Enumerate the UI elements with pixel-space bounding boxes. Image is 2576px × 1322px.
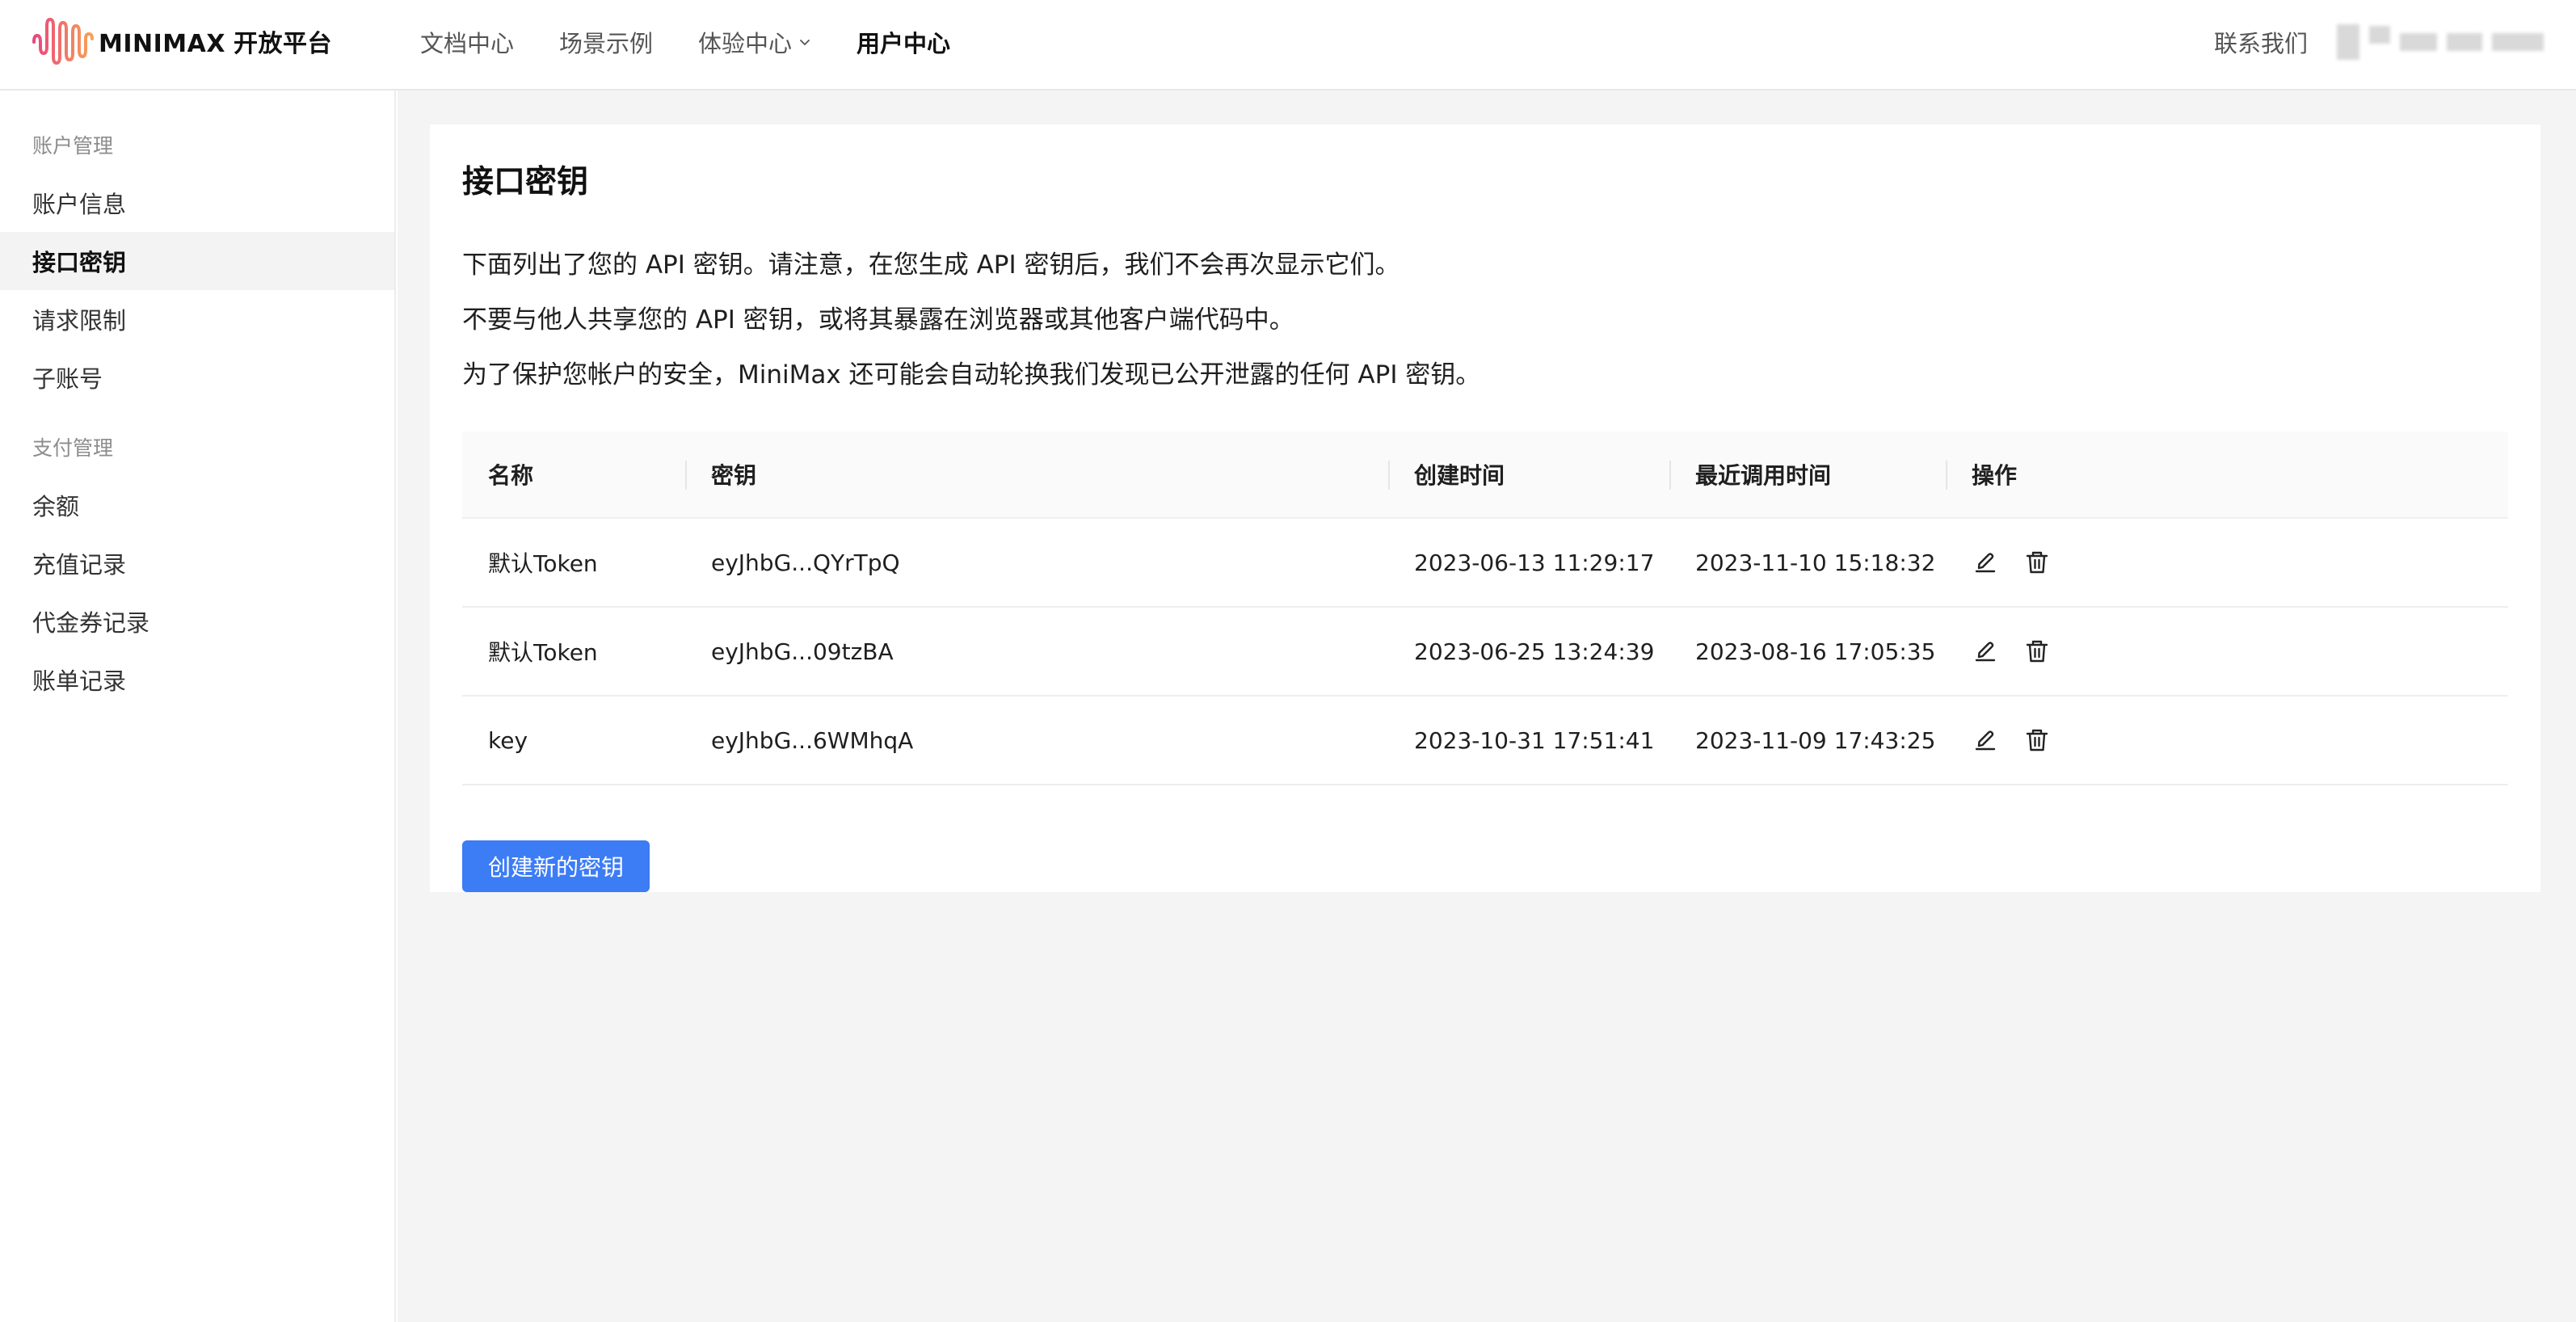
sidebar-item-sub-accounts[interactable]: 子账号	[0, 348, 394, 406]
nav-experience[interactable]: 体验中心	[698, 25, 811, 59]
sidebar-item-rate-limits[interactable]: 请求限制	[0, 290, 394, 348]
key-created-time: 2023-06-25 13:24:39	[1414, 638, 1655, 665]
sidebar-item-billing-records[interactable]: 账单记录	[0, 650, 394, 709]
pencil-icon[interactable]	[1972, 638, 1999, 665]
column-header-actions: 操作	[1946, 432, 2508, 517]
main-nav: 文档中心 场景示例 体验中心 用户中心	[420, 0, 995, 84]
pencil-icon[interactable]	[1972, 549, 1999, 576]
sidebar: 账户管理 账户信息 接口密钥 请求限制 子账号 支付管理 余额 充值记录 代金券…	[0, 91, 396, 1322]
table-row: 默认Token eyJhbG...09tzBA 2023-06-25 13:24…	[462, 608, 2508, 697]
key-created-time: 2023-06-13 11:29:17	[1414, 549, 1655, 576]
trash-icon[interactable]	[2023, 726, 2051, 754]
logo[interactable]: MINIMAX 开放平台	[31, 15, 332, 68]
table-row: 默认Token eyJhbG...QYrTpQ 2023-06-13 11:29…	[462, 519, 2508, 608]
key-last-used-time: 2023-11-10 15:18:32	[1695, 549, 1936, 576]
user-info-redacted[interactable]	[2337, 24, 2544, 60]
pencil-icon[interactable]	[1972, 726, 1999, 754]
sidebar-group-account: 账户管理	[32, 134, 114, 158]
key-value: eyJhbG...6WMhqA	[711, 726, 914, 754]
key-value: eyJhbG...QYrTpQ	[711, 549, 900, 576]
key-name: key	[488, 726, 528, 754]
description-line-1: 下面列出了您的 API 密钥。请注意，在您生成 API 密钥后，我们不会再次显示…	[462, 251, 1400, 280]
key-actions	[1946, 608, 2508, 695]
column-header-last-used: 最近调用时间	[1669, 432, 1946, 517]
sidebar-item-recharge-records[interactable]: 充值记录	[0, 534, 394, 592]
key-actions	[1946, 519, 2508, 606]
column-header-name: 名称	[488, 462, 534, 489]
create-new-key-button[interactable]: 创建新的密钥	[462, 840, 650, 892]
logo-text: MINIMAX	[99, 30, 225, 58]
top-header: MINIMAX 开放平台 文档中心 场景示例 体验中心 用户中心 联系我们	[0, 0, 2576, 91]
chevron-down-icon	[800, 40, 810, 45]
logo-subtitle: 开放平台	[234, 30, 332, 58]
column-header-key: 密钥	[685, 432, 1388, 517]
key-last-used-time: 2023-11-09 17:43:25	[1695, 726, 1936, 754]
description-line-2: 不要与他人共享您的 API 密钥，或将其暴露在浏览器或其他客户端代码中。	[462, 305, 1294, 335]
key-last-used-time: 2023-08-16 17:05:35	[1695, 638, 1936, 665]
key-name: 默认Token	[488, 550, 598, 577]
api-keys-table: 名称 密钥 创建时间 最近调用时间 操作 默认Token eyJhbG...QY…	[462, 432, 2508, 785]
contact-us-link[interactable]: 联系我们	[2214, 25, 2308, 59]
page-title: 接口密钥	[462, 164, 589, 200]
key-created-time: 2023-10-31 17:51:41	[1414, 726, 1655, 754]
trash-icon[interactable]	[2023, 638, 2051, 665]
nav-scenarios[interactable]: 场景示例	[559, 25, 653, 59]
nav-docs[interactable]: 文档中心	[420, 25, 514, 59]
trash-icon[interactable]	[2023, 549, 2051, 576]
key-actions	[1946, 697, 2508, 784]
description-line-3: 为了保护您帐户的安全，MiniMax 还可能会自动轮换我们发现已公开泄露的任何 …	[462, 360, 1481, 389]
main-content: 接口密钥 下面列出了您的 API 密钥。请注意，在您生成 API 密钥后，我们不…	[398, 91, 2576, 1322]
sidebar-group-payment: 支付管理	[32, 436, 114, 460]
sidebar-item-account-info[interactable]: 账户信息	[0, 174, 394, 232]
sidebar-item-voucher-records[interactable]: 代金券记录	[0, 592, 394, 650]
sidebar-item-api-keys[interactable]: 接口密钥	[0, 232, 394, 290]
api-keys-card: 接口密钥 下面列出了您的 API 密钥。请注意，在您生成 API 密钥后，我们不…	[430, 124, 2540, 892]
table-header: 名称 密钥 创建时间 最近调用时间 操作	[462, 432, 2508, 519]
sidebar-item-balance[interactable]: 余额	[0, 476, 394, 534]
nav-user-center[interactable]: 用户中心	[857, 25, 950, 59]
soundwave-logo-icon	[32, 17, 94, 65]
key-value: eyJhbG...09tzBA	[711, 638, 894, 665]
column-header-created: 创建时间	[1388, 432, 1669, 517]
table-row: key eyJhbG...6WMhqA 2023-10-31 17:51:41 …	[462, 697, 2508, 785]
key-name: 默认Token	[488, 639, 598, 666]
